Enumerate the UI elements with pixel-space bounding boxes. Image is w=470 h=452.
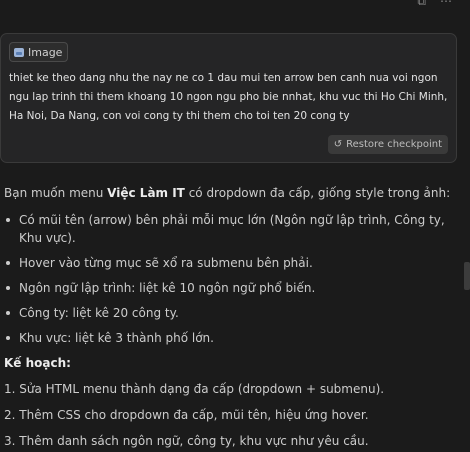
intro-bold: Việc Làm IT [107, 186, 185, 200]
list-item: Hover vào từng mục sẽ xổ ra submenu bên … [4, 254, 459, 272]
more-icon[interactable]: ⋯ [440, 0, 452, 9]
intro-suffix: có dropdown đa cấp, giống style trong ản… [184, 186, 451, 200]
requirements-list: Có mũi tên (arrow) bên phải mỗi mục lớn … [4, 211, 459, 347]
intro-prefix: Bạn muốn menu [4, 186, 108, 200]
list-item: Ngôn ngữ lập trình: liệt kê 10 ngôn ngữ … [4, 279, 459, 297]
user-message-text: thiet ke theo dang nhu the nay ne co 1 d… [9, 72, 448, 122]
list-item: Có mũi tên (arrow) bên phải mỗi mục lớn … [4, 211, 459, 247]
restore-checkpoint-button[interactable]: ↺ Restore checkpoint [327, 135, 448, 154]
chat-panel: ⧉ ⋯ Image thiet ke theo dang nhu the nay… [0, 0, 470, 452]
scrollbar-thumb[interactable] [464, 262, 470, 290]
restore-checkpoint-label: Restore checkpoint [346, 139, 442, 150]
message-actions: ⧉ ⋯ [417, 0, 452, 9]
image-attachment-label: Image [28, 45, 63, 59]
image-attachment-chip[interactable]: Image [9, 42, 69, 62]
plan-heading: Kế hoạch: [4, 356, 71, 370]
list-item: 3. Thêm danh sách ngôn ngữ, công ty, khu… [4, 434, 369, 448]
user-message-card: Image thiet ke theo dang nhu the nay ne … [0, 33, 457, 163]
assistant-response: Bạn muốn menu Việc Làm IT có dropdown đa… [4, 184, 459, 452]
response-intro: Bạn muốn menu Việc Làm IT có dropdown đa… [4, 184, 459, 202]
restore-icon: ↺ [333, 139, 343, 150]
list-item: 1. Sửa HTML menu thành dạng đa cấp (drop… [4, 382, 385, 396]
list-item: 2. Thêm CSS cho dropdown đa cấp, mũi tên… [4, 408, 369, 422]
plan-steps-list: 1. Sửa HTML menu thành dạng đa cấp (drop… [4, 380, 459, 450]
list-item: Công ty: liệt kê 20 công ty. [4, 304, 459, 322]
list-item: Khu vực: liệt kê 3 thành phố lớn. [4, 329, 459, 347]
image-icon [14, 47, 24, 57]
copy-icon[interactable]: ⧉ [417, 0, 426, 9]
